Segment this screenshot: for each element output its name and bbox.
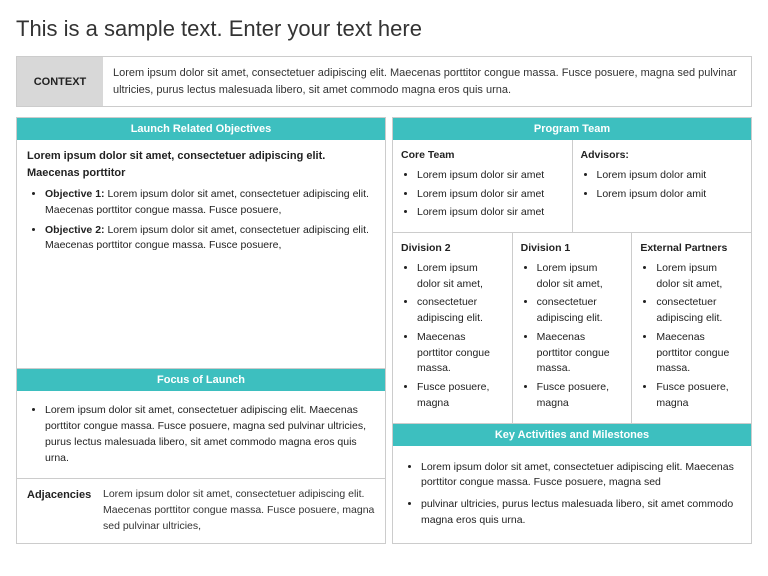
- list-item: Objective 1: Lorem ipsum dolor sit amet,…: [45, 187, 375, 219]
- list-item: consectetuer adipiscing elit.: [417, 295, 504, 327]
- focus-list: Lorem ipsum dolor sit amet, consectetuer…: [27, 403, 375, 466]
- key-activities-header: Key Activities and Milestones: [393, 424, 751, 446]
- list-item: Objective 2: Lorem ipsum dolor sit amet,…: [45, 223, 375, 255]
- context-text: Lorem ipsum dolor sit amet, consectetuer…: [103, 57, 751, 106]
- adjacencies-label: Adjacencies: [17, 479, 97, 542]
- division1-title: Division 1: [521, 241, 624, 257]
- key-activities-content: Lorem ipsum dolor sit amet, consectetuer…: [393, 446, 751, 543]
- list-item: Lorem ipsum dolor sit amet, consectetuer…: [45, 403, 375, 466]
- objectives-title: Lorem ipsum dolor sit amet, consectetuer…: [27, 148, 375, 181]
- advisors-title: Advisors:: [581, 148, 744, 164]
- list-item: Lorem ipsum dolor amit: [597, 168, 744, 184]
- right-column: Program Team Core Team Lorem ipsum dolor…: [392, 117, 752, 544]
- objectives-content: Lorem ipsum dolor sit amet, consectetuer…: [17, 140, 385, 368]
- objectives-list: Objective 1: Lorem ipsum dolor sit amet,…: [27, 187, 375, 254]
- external-partners-title: External Partners: [640, 241, 743, 257]
- list-item: Lorem ipsum dolor sit amet,: [656, 261, 743, 293]
- list-item: Maecenas porttitor congue massa.: [417, 330, 504, 377]
- list-item: consectetuer adipiscing elit.: [537, 295, 624, 327]
- key-activities-list: Lorem ipsum dolor sit amet, consectetuer…: [403, 460, 741, 529]
- division-grid: Division 2 Lorem ipsum dolor sit amet, c…: [393, 233, 751, 424]
- division1-list: Lorem ipsum dolor sit amet, consectetuer…: [521, 261, 624, 412]
- division2-list: Lorem ipsum dolor sit amet, consectetuer…: [401, 261, 504, 412]
- list-item: Maecenas porttitor congue massa.: [656, 330, 743, 377]
- core-team-list: Lorem ipsum dolor sir amet Lorem ipsum d…: [401, 168, 564, 221]
- list-item: Lorem ipsum dolor sit amet,: [417, 261, 504, 293]
- list-item: Lorem ipsum dolor amit: [597, 187, 744, 203]
- division2-title: Division 2: [401, 241, 504, 257]
- list-item: Lorem ipsum dolor sit amet, consectetuer…: [421, 460, 741, 492]
- left-column: Launch Related Objectives Lorem ipsum do…: [16, 117, 386, 544]
- list-item: Lorem ipsum dolor sit amet,: [537, 261, 624, 293]
- focus-section: Focus of Launch Lorem ipsum dolor sit am…: [17, 368, 385, 478]
- division1-col: Division 1 Lorem ipsum dolor sit amet, c…: [513, 233, 633, 423]
- advisors-col: Advisors: Lorem ipsum dolor amit Lorem i…: [573, 140, 752, 232]
- list-item: consectetuer adipiscing elit.: [656, 295, 743, 327]
- external-partners-list: Lorem ipsum dolor sit amet, consectetuer…: [640, 261, 743, 412]
- list-item: pulvinar ultricies, purus lectus malesua…: [421, 497, 741, 529]
- adjacencies-row: Adjacencies Lorem ipsum dolor sit amet, …: [17, 478, 385, 542]
- list-item: Lorem ipsum dolor sir amet: [417, 168, 564, 184]
- advisors-list: Lorem ipsum dolor amit Lorem ipsum dolor…: [581, 168, 744, 203]
- list-item: Fusce posuere, magna: [537, 380, 624, 412]
- launch-objectives-header: Launch Related Objectives: [17, 118, 385, 140]
- list-item: Fusce posuere, magna: [656, 380, 743, 412]
- page-title: This is a sample text. Enter your text h…: [16, 16, 752, 42]
- division2-col: Division 2 Lorem ipsum dolor sit amet, c…: [393, 233, 513, 423]
- main-grid: Launch Related Objectives Lorem ipsum do…: [16, 117, 752, 544]
- list-item: Lorem ipsum dolor sir amet: [417, 205, 564, 221]
- objective1-label: Objective 1:: [45, 188, 105, 200]
- list-item: Lorem ipsum dolor sir amet: [417, 187, 564, 203]
- program-team-grid: Core Team Lorem ipsum dolor sir amet Lor…: [393, 140, 751, 233]
- core-team-title: Core Team: [401, 148, 564, 164]
- core-team-col: Core Team Lorem ipsum dolor sir amet Lor…: [393, 140, 573, 232]
- focus-header: Focus of Launch: [17, 369, 385, 391]
- objective2-label: Objective 2:: [45, 224, 105, 236]
- list-item: Maecenas porttitor congue massa.: [537, 330, 624, 377]
- list-item: Fusce posuere, magna: [417, 380, 504, 412]
- context-box: CONTEXT Lorem ipsum dolor sit amet, cons…: [16, 56, 752, 107]
- focus-content: Lorem ipsum dolor sit amet, consectetuer…: [17, 391, 385, 478]
- external-partners-col: External Partners Lorem ipsum dolor sit …: [632, 233, 751, 423]
- program-team-header: Program Team: [393, 118, 751, 140]
- context-label: CONTEXT: [17, 57, 103, 106]
- adjacencies-text: Lorem ipsum dolor sit amet, consectetuer…: [97, 479, 385, 542]
